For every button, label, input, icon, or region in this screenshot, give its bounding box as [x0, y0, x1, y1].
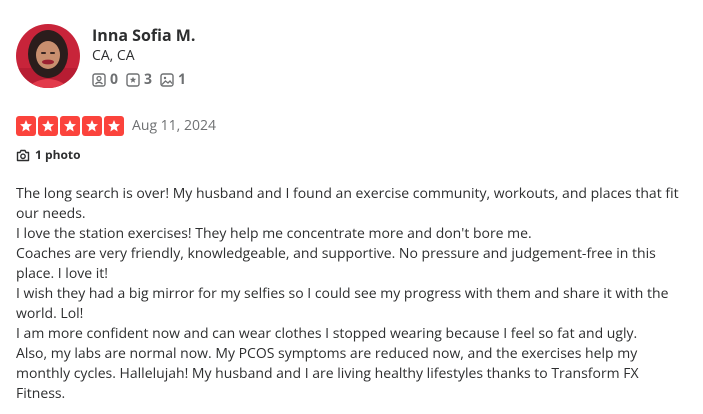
review-paragraph: I am more confident now and can wear clo… — [16, 324, 638, 343]
review-paragraph: I wish they had a big mirror for my self… — [16, 284, 669, 323]
photos-count: 1 — [178, 70, 187, 89]
review-card: Inna Sofia M. CA, CA 0 3 1 Aug 11, 2024 … — [0, 0, 703, 414]
camera-icon — [16, 149, 30, 161]
review-paragraph: Coaches are very friendly, knowledgeable… — [16, 244, 656, 283]
friends-icon — [92, 73, 106, 87]
review-paragraph: Also, my labs are normal now. My PCOS sy… — [16, 344, 639, 403]
friends-stat: 0 — [92, 71, 118, 89]
review-paragraph: I love the station exercises! They help … — [16, 224, 532, 243]
rating-star-icon — [82, 116, 102, 136]
photos-stat: 1 — [160, 71, 186, 89]
star-rating — [16, 116, 126, 136]
reviews-stat: 3 — [126, 71, 152, 89]
review-photo-link[interactable]: 1 photo — [16, 146, 81, 164]
user-stats: 0 3 1 — [92, 71, 194, 89]
user-location: CA, CA — [92, 46, 135, 65]
photo-link-label: 1 photo — [35, 146, 81, 163]
photo-icon — [160, 73, 174, 87]
review-text: The long search is over! My husband and … — [16, 184, 686, 404]
avatar-photo-icon — [16, 24, 80, 88]
review-date: Aug 11, 2024 — [132, 116, 216, 135]
reviews-count: 3 — [144, 70, 153, 89]
review-star-icon — [126, 73, 140, 87]
rating-star-icon — [38, 116, 58, 136]
user-avatar[interactable] — [16, 24, 80, 88]
review-paragraph: The long search is over! My husband and … — [16, 184, 679, 223]
friends-count: 0 — [110, 70, 119, 89]
rating-star-icon — [60, 116, 80, 136]
rating-star-icon — [104, 116, 124, 136]
rating-star-icon — [16, 116, 36, 136]
user-name[interactable]: Inna Sofia M. — [92, 25, 195, 45]
